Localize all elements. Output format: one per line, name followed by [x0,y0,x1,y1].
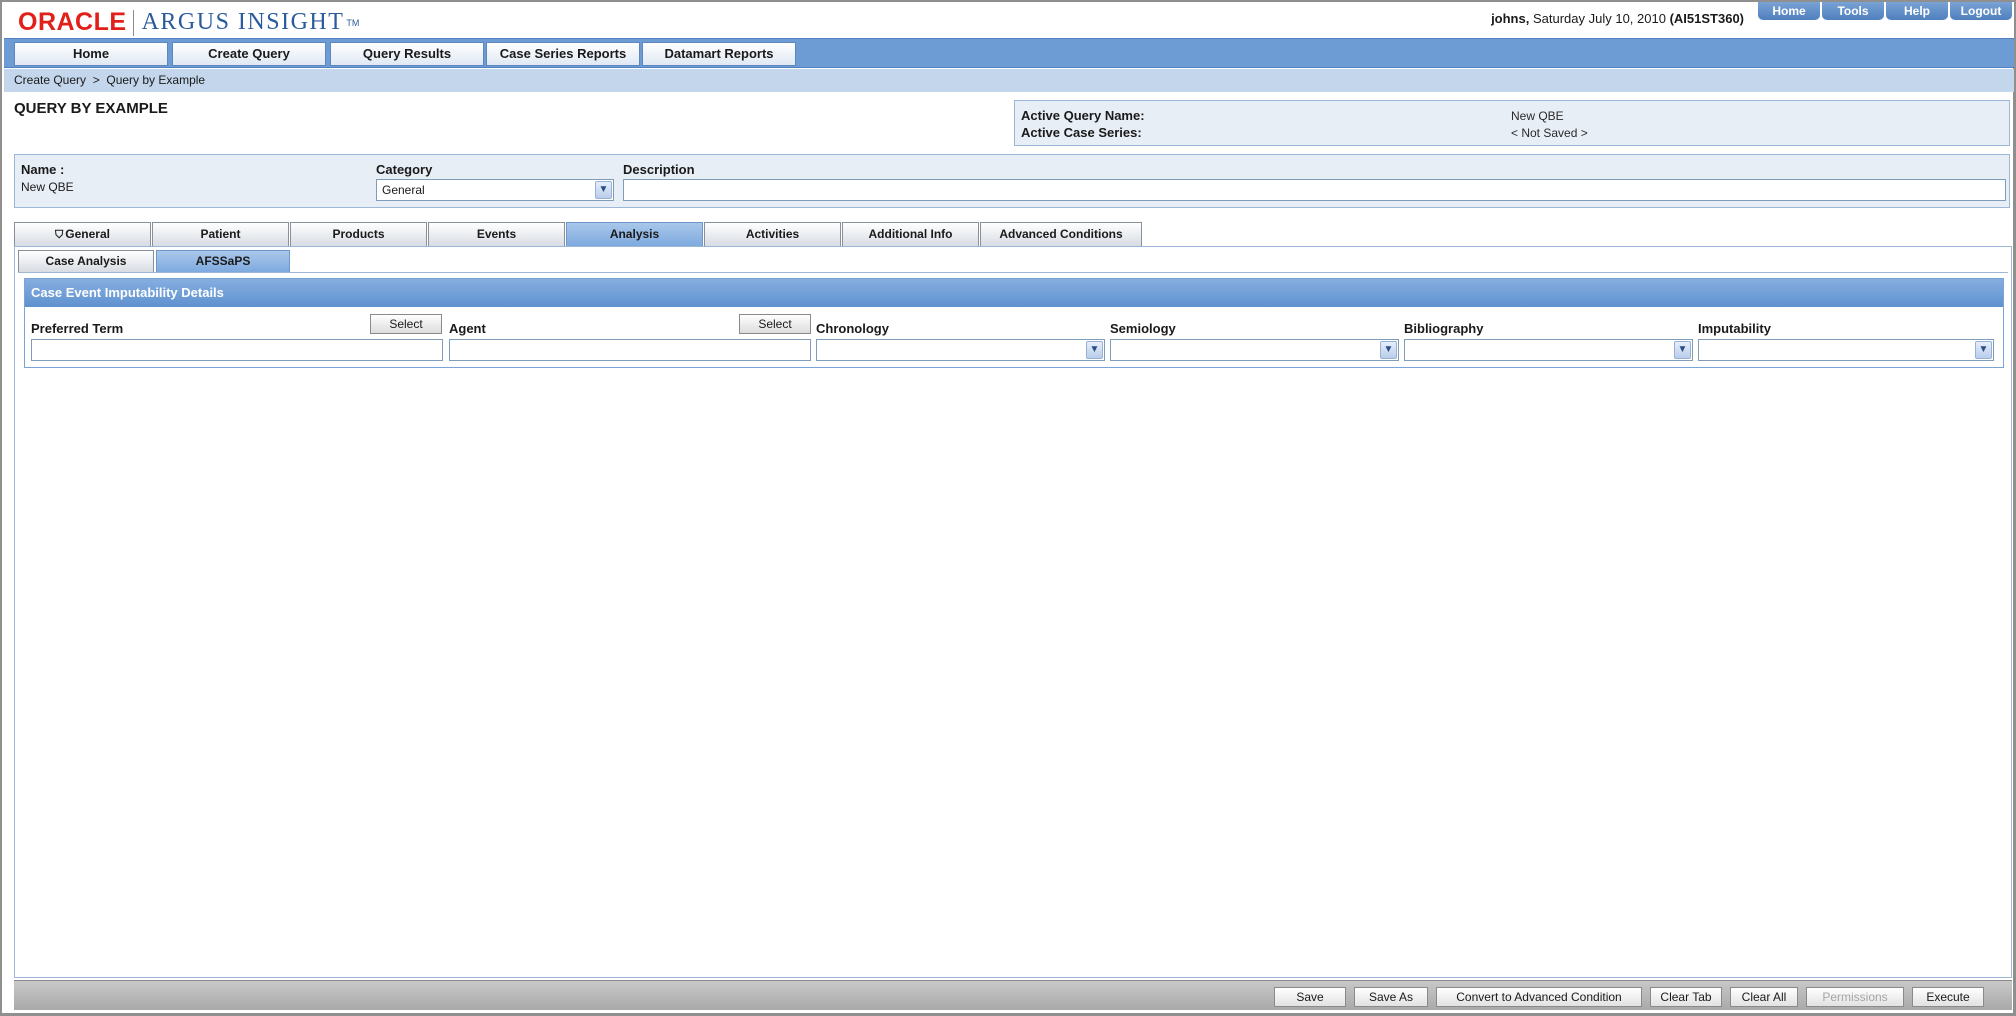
description-input[interactable] [623,179,2006,201]
tab-activities[interactable]: Activities [704,222,841,246]
tab-products[interactable]: Products [290,222,427,246]
environment: (AI51ST360) [1669,11,1744,26]
permissions-button[interactable]: Permissions [1806,987,1904,1007]
nav-datamart-reports[interactable]: Datamart Reports [642,42,796,66]
tab-patient[interactable]: Patient [152,222,289,246]
execute-button[interactable]: Execute [1912,987,1984,1007]
tab-general-label: General [65,227,110,241]
bibliography-select[interactable]: ▼ [1404,339,1693,361]
chevron-down-icon[interactable]: ▼ [1380,341,1397,359]
chevron-down-icon[interactable]: ▼ [1674,341,1691,359]
active-query-panel: Active Query Name: New QBE Active Case S… [1014,100,2010,146]
subtab-divider [18,272,2008,273]
agent-label: Agent [449,321,486,336]
preferred-term-select-button[interactable]: Select [370,314,442,334]
chevron-down-icon[interactable]: ▼ [1975,341,1992,359]
logo: ORACLE ARGUS INSIGHT TM [18,8,359,37]
nav-query-results[interactable]: Query Results [330,42,484,66]
save-as-button[interactable]: Save As [1354,987,1428,1007]
util-home-link[interactable]: Home [1758,2,1820,20]
current-date: Saturday July 10, 2010 [1532,11,1666,26]
util-logout-link[interactable]: Logout [1950,2,2012,20]
category-select[interactable]: General ▼ [376,179,614,201]
section-header: Case Event Imputability Details [25,279,2003,307]
chevron-down-icon[interactable]: ▼ [1086,341,1103,359]
chronology-label: Chronology [816,321,889,336]
nav-create-query[interactable]: Create Query [172,42,326,66]
tab-advanced-conditions[interactable]: Advanced Conditions [980,222,1142,246]
preferred-term-input[interactable] [31,339,443,361]
category-selected-value: General [382,183,425,197]
preferred-term-label: Preferred Term [31,321,124,336]
convert-advanced-condition-button[interactable]: Convert to Advanced Condition [1436,987,1642,1007]
tab-general[interactable]: ⛉ General [14,222,151,246]
tab-analysis[interactable]: Analysis [566,222,703,246]
utility-menu: Home Tools Help Logout [1758,2,2012,20]
clear-tab-button[interactable]: Clear Tab [1650,987,1722,1007]
user-info: johns, Saturday July 10, 2010 (AI51ST360… [1491,11,1744,26]
bibliography-label: Bibliography [1404,321,1484,336]
util-help-link[interactable]: Help [1886,2,1948,20]
logo-divider [132,9,134,36]
agent-select-button[interactable]: Select [739,314,811,334]
save-button[interactable]: Save [1274,987,1346,1007]
tab-events[interactable]: Events [428,222,565,246]
agent-input[interactable] [449,339,811,361]
description-label: Description [623,162,695,177]
active-series-value: < Not Saved > [1511,126,1588,140]
chevron-down-icon[interactable]: ▼ [595,181,612,199]
category-label: Category [376,162,433,177]
clear-all-button[interactable]: Clear All [1730,987,1798,1007]
imputability-select[interactable]: ▼ [1698,339,1994,361]
logo-oracle-text: ORACLE [18,8,127,36]
chronology-select[interactable]: ▼ [816,339,1105,361]
active-query-value: New QBE [1511,109,1564,123]
name-value: New QBE [21,180,74,194]
subtab-case-analysis[interactable]: Case Analysis [18,250,154,272]
nav-home[interactable]: Home [14,42,168,66]
semiology-label: Semiology [1110,321,1176,336]
nav-case-series-reports[interactable]: Case Series Reports [486,42,640,66]
imputability-section: Case Event Imputability Details Preferre… [24,278,2004,368]
semiology-select[interactable]: ▼ [1110,339,1399,361]
filter-icon: ⛉ [55,229,64,241]
page-title: QUERY BY EXAMPLE [14,100,168,117]
imputability-label: Imputability [1698,321,1771,336]
tab-additional-info[interactable]: Additional Info [842,222,979,246]
logo-trademark: TM [346,17,360,28]
main-nav: Home Create Query Query Results Case Ser… [4,38,2014,68]
logo-product-text: ARGUS INSIGHT [141,9,345,35]
query-info-panel: Name : New QBE Category General ▼ Descri… [14,154,2010,208]
app-window: ORACLE ARGUS INSIGHT TM johns, Saturday … [0,0,2016,1016]
header: ORACLE ARGUS INSIGHT TM johns, Saturday … [4,2,2014,38]
footer-toolbar: Save Save As Convert to Advanced Conditi… [14,980,2012,1010]
breadcrumb: Create Query > Query by Example [4,69,2014,92]
name-label: Name : [21,162,65,177]
active-series-label: Active Case Series: [1021,125,1142,140]
util-tools-link[interactable]: Tools [1822,2,1884,20]
username: johns, [1491,11,1530,26]
active-query-label: Active Query Name: [1021,108,1145,123]
subtab-afssaps[interactable]: AFSSaPS [156,250,290,272]
